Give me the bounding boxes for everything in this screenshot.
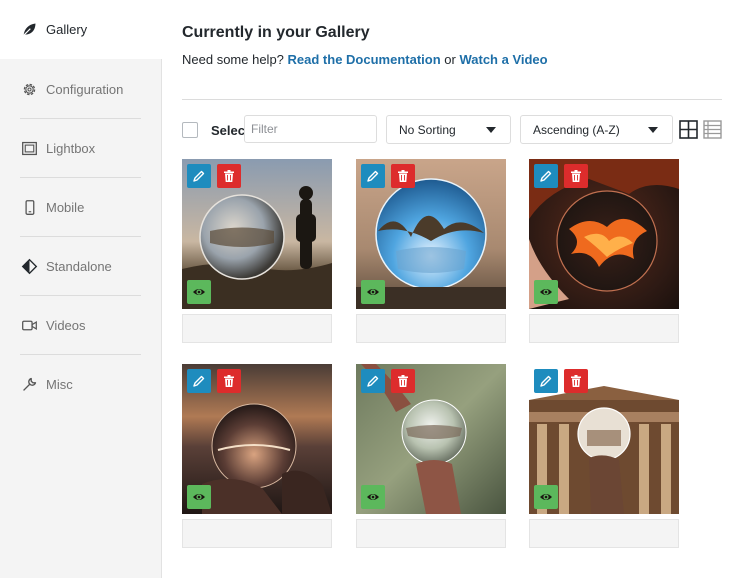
pencil-icon xyxy=(540,170,552,182)
trash-icon xyxy=(571,375,581,387)
page-title: Currently in your Gallery xyxy=(182,24,370,41)
watch-video-link[interactable]: Watch a Video xyxy=(459,52,547,67)
video-icon xyxy=(20,317,38,335)
help-text: Need some help? Read the Documentation o… xyxy=(182,52,548,67)
preview-button[interactable] xyxy=(187,485,211,509)
edit-button[interactable] xyxy=(187,369,211,393)
mobile-icon xyxy=(20,199,38,217)
delete-button[interactable] xyxy=(217,164,241,188)
caption-field[interactable] xyxy=(356,519,506,548)
grid-view-icon[interactable] xyxy=(679,120,698,139)
preview-button[interactable] xyxy=(361,485,385,509)
caption-field[interactable] xyxy=(182,519,332,548)
pencil-icon xyxy=(367,375,379,387)
sidebar-item-videos[interactable]: Videos xyxy=(0,296,161,355)
caption-field[interactable] xyxy=(182,314,332,343)
sidebar-item-mobile[interactable]: Mobile xyxy=(0,178,161,237)
sidebar-item-label: Mobile xyxy=(46,200,85,215)
eye-icon xyxy=(367,494,379,500)
sidebar-item-misc[interactable]: Misc xyxy=(0,355,161,414)
pencil-icon xyxy=(367,170,379,182)
trash-icon xyxy=(398,170,408,182)
order-select[interactable]: Ascending (A-Z) xyxy=(520,115,673,144)
sidebar-item-label: Misc xyxy=(46,377,73,392)
trash-icon xyxy=(224,170,234,182)
edit-button[interactable] xyxy=(534,369,558,393)
sidebar-item-standalone[interactable]: Standalone xyxy=(0,237,161,296)
sidebar-item-label: Standalone xyxy=(46,259,112,274)
sidebar-item-configuration[interactable]: Configuration xyxy=(0,60,161,119)
chevron-down-icon xyxy=(486,127,496,133)
sidebar-item-label: Gallery xyxy=(46,22,88,37)
gear-icon xyxy=(20,81,38,99)
sidebar: Gallery Configuration Lightbox Mobile St… xyxy=(0,0,162,578)
preview-button[interactable] xyxy=(187,280,211,304)
pencil-icon xyxy=(540,375,552,387)
sidebar-item-label: Lightbox xyxy=(46,141,96,156)
delete-button[interactable] xyxy=(391,369,415,393)
delete-button[interactable] xyxy=(391,164,415,188)
help-prefix: Need some help? xyxy=(182,52,284,67)
sorting-select[interactable]: No Sorting xyxy=(386,115,511,144)
delete-button[interactable] xyxy=(217,369,241,393)
eye-icon xyxy=(193,289,205,295)
sidebar-item-label: Configuration xyxy=(46,82,124,97)
preview-button[interactable] xyxy=(534,485,558,509)
edit-button[interactable] xyxy=(361,164,385,188)
edit-button[interactable] xyxy=(534,164,558,188)
trash-icon xyxy=(224,375,234,387)
wrench-icon xyxy=(20,376,38,394)
standalone-icon xyxy=(20,258,38,276)
caption-field[interactable] xyxy=(529,314,679,343)
edit-button[interactable] xyxy=(187,164,211,188)
eye-icon xyxy=(540,494,552,500)
edit-button[interactable] xyxy=(361,369,385,393)
eye-icon xyxy=(193,494,205,500)
delete-button[interactable] xyxy=(564,164,588,188)
or-text: or xyxy=(444,52,456,67)
trash-icon xyxy=(571,170,581,182)
pencil-icon xyxy=(193,170,205,182)
trash-icon xyxy=(398,375,408,387)
eye-icon xyxy=(540,289,552,295)
caption-field[interactable] xyxy=(529,519,679,548)
sorting-select-value: No Sorting xyxy=(399,122,456,137)
caption-field[interactable] xyxy=(356,314,506,343)
select-all-checkbox[interactable] xyxy=(182,122,198,138)
order-select-value: Ascending (A-Z) xyxy=(533,122,620,137)
preview-button[interactable] xyxy=(534,280,558,304)
lightbox-icon xyxy=(20,140,38,158)
delete-button[interactable] xyxy=(564,369,588,393)
preview-button[interactable] xyxy=(361,280,385,304)
header-divider xyxy=(182,99,722,100)
chevron-down-icon xyxy=(648,127,658,133)
filter-input[interactable] xyxy=(244,115,377,143)
leaf-icon xyxy=(20,21,38,39)
select-all-label[interactable]: Select xyxy=(211,123,244,138)
sidebar-item-label: Videos xyxy=(46,318,86,333)
sidebar-item-lightbox[interactable]: Lightbox xyxy=(0,119,161,178)
list-view-icon[interactable] xyxy=(703,120,722,139)
sidebar-item-gallery[interactable]: Gallery xyxy=(0,0,162,59)
eye-icon xyxy=(367,289,379,295)
documentation-link[interactable]: Read the Documentation xyxy=(288,52,441,67)
pencil-icon xyxy=(193,375,205,387)
